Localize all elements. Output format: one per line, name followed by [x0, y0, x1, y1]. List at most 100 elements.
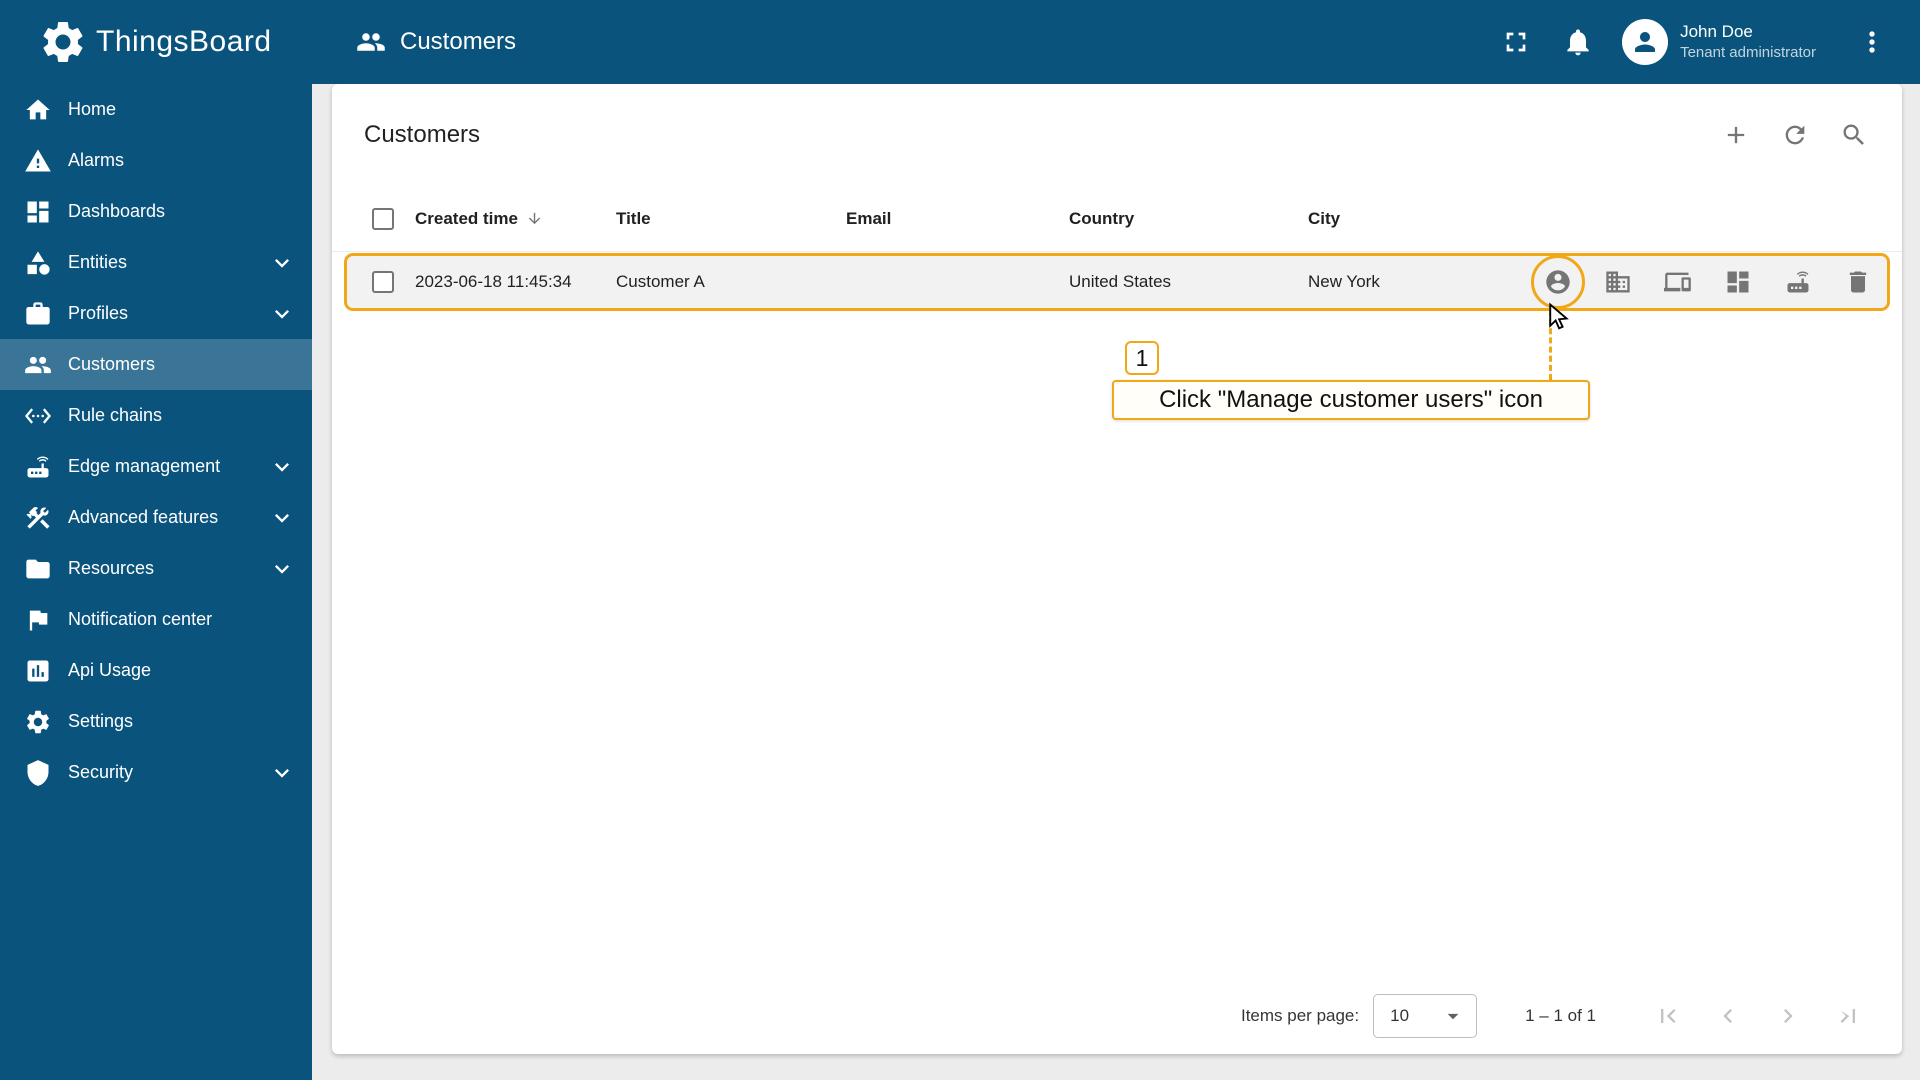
manage-customer-assets-icon[interactable] [1604, 268, 1632, 296]
sidebar-item-label: Entities [68, 252, 128, 272]
items-per-page-label: Items per page: [1240, 1006, 1360, 1025]
alarms-icon [25, 148, 51, 171]
sidebar: ThingsBoard Home Alarms Dashboards Entit… [0, 0, 312, 1080]
content-area: Customers Created time Title Email Count… [312, 84, 1920, 1080]
sidebar-item-label: Customers [68, 354, 156, 374]
sidebar-item-label: Home [68, 99, 117, 119]
sidebar-item-label: Notification center [68, 609, 213, 629]
last-page-icon[interactable] [1834, 1002, 1862, 1030]
sidebar-item-notification-center[interactable]: Notification center [0, 594, 312, 645]
api-usage-icon [27, 660, 49, 681]
chevron-down-icon [275, 309, 289, 319]
user-name: John Doe [1680, 22, 1753, 42]
sidebar-item-edge-management[interactable]: Edge management [0, 441, 312, 492]
chevron-down-icon [275, 768, 289, 778]
resources-icon [26, 559, 50, 578]
delete-customer-icon[interactable] [1844, 268, 1872, 296]
thingsboard-logo[interactable]: ThingsBoard [0, 0, 312, 84]
first-page-icon[interactable] [1654, 1002, 1682, 1030]
refresh-icon[interactable] [1781, 121, 1809, 149]
sidebar-item-home[interactable]: Home [0, 84, 312, 135]
topbar: Customers John Doe Tenant administrator [312, 0, 1920, 84]
row-actions [1529, 255, 1902, 309]
column-header-city[interactable]: City [1299, 209, 1529, 229]
topbar-actions: John Doe Tenant administrator [1500, 19, 1920, 65]
manage-customer-users-button[interactable] [1531, 255, 1585, 309]
sidebar-item-profiles[interactable]: Profiles [0, 288, 312, 339]
profiles-icon [26, 301, 50, 324]
customers-icon [25, 356, 51, 373]
card-header: Customers [332, 84, 1902, 186]
sidebar-item-label: Settings [68, 711, 134, 731]
sidebar-item-resources[interactable]: Resources [0, 543, 312, 594]
fullscreen-icon[interactable] [1500, 26, 1532, 58]
column-label: Email [846, 208, 892, 228]
next-page-icon[interactable] [1774, 1002, 1802, 1030]
column-header-email[interactable]: Email [837, 209, 1060, 229]
edge-management-icon [27, 456, 49, 477]
sidebar-item-entities[interactable]: Entities [0, 237, 312, 288]
items-per-page-select[interactable]: 10 [1373, 994, 1478, 1038]
thingsboard-logo-icon [43, 22, 83, 62]
previous-page-icon[interactable] [1714, 1002, 1742, 1030]
sidebar-item-label: Dashboards [68, 201, 166, 221]
entities-icon [27, 250, 50, 275]
sidebar-item-label: Profiles [68, 303, 129, 323]
sidebar-item-security[interactable]: Security [0, 747, 312, 798]
sidebar-item-label: Security [68, 762, 134, 782]
user-avatar[interactable] [1622, 19, 1669, 65]
sidebar-item-label: Rule chains [68, 405, 163, 425]
column-label: City [1308, 208, 1341, 228]
sidebar-item-customers[interactable]: Customers [0, 339, 312, 390]
customers-header-icon [357, 33, 385, 51]
cell-title: Customer A [616, 272, 705, 291]
security-icon [27, 759, 49, 786]
cell-city: New York [1308, 272, 1380, 291]
dropdown-arrow-icon [1447, 1013, 1459, 1020]
search-icon[interactable] [1840, 121, 1868, 149]
card-actions [1722, 121, 1868, 149]
table-header-row: Created time Title Email Country City [332, 186, 1902, 252]
sidebar-item-advanced-features[interactable]: Advanced features [0, 492, 312, 543]
sidebar-item-api-usage[interactable]: Api Usage [0, 645, 312, 696]
column-label: Created time [415, 208, 518, 228]
row-checkbox[interactable] [372, 271, 394, 293]
notification-center-icon [29, 610, 48, 630]
customers-card: Customers Created time Title Email Count… [332, 84, 1902, 1054]
settings-icon [27, 710, 49, 733]
user-role: Tenant administrator [1680, 44, 1816, 62]
home-icon [26, 99, 50, 119]
rule-chains-icon [24, 407, 52, 424]
chevron-down-icon [275, 258, 289, 268]
dashboards-icon [27, 201, 49, 222]
column-header-title[interactable]: Title [607, 209, 837, 229]
sidebar-item-label: Advanced features [68, 507, 219, 527]
manage-customer-edge-instances-icon[interactable] [1784, 268, 1812, 296]
manage-customer-dashboards-icon[interactable] [1724, 268, 1752, 296]
column-label: Title [616, 208, 651, 228]
chevron-down-icon [275, 513, 289, 523]
advanced-features-icon [26, 506, 50, 529]
column-header-country[interactable]: Country [1060, 209, 1299, 229]
notifications-bell-icon[interactable] [1562, 26, 1594, 58]
table-row[interactable]: 2023-06-18 11:45:34 Customer A United St… [332, 252, 1902, 312]
more-vert-icon[interactable] [1856, 26, 1888, 58]
column-header-created-time[interactable]: Created time [406, 209, 607, 229]
sidebar-item-label: Edge management [68, 456, 221, 476]
card-title: Customers [364, 121, 481, 148]
avatar-person-icon [1635, 32, 1656, 52]
paginator-nav [1654, 1002, 1862, 1030]
cell-country: United States [1069, 272, 1172, 291]
select-all-checkbox[interactable] [372, 207, 394, 230]
sidebar-item-alarms[interactable]: Alarms [0, 135, 312, 186]
items-per-page-value: 10 [1390, 1006, 1410, 1025]
sidebar-item-dashboards[interactable]: Dashboards [0, 186, 312, 237]
cell-created-time: 2023-06-18 11:45:34 [415, 272, 572, 291]
chevron-down-icon [275, 564, 289, 574]
add-customer-icon[interactable] [1722, 121, 1750, 149]
sidebar-item-rule-chains[interactable]: Rule chains [0, 390, 312, 441]
page-range-label: 1 – 1 of 1 [1525, 1006, 1596, 1025]
sidebar-item-label: Api Usage [68, 660, 152, 680]
manage-customer-devices-icon[interactable] [1664, 268, 1692, 296]
sidebar-item-settings[interactable]: Settings [0, 696, 312, 747]
